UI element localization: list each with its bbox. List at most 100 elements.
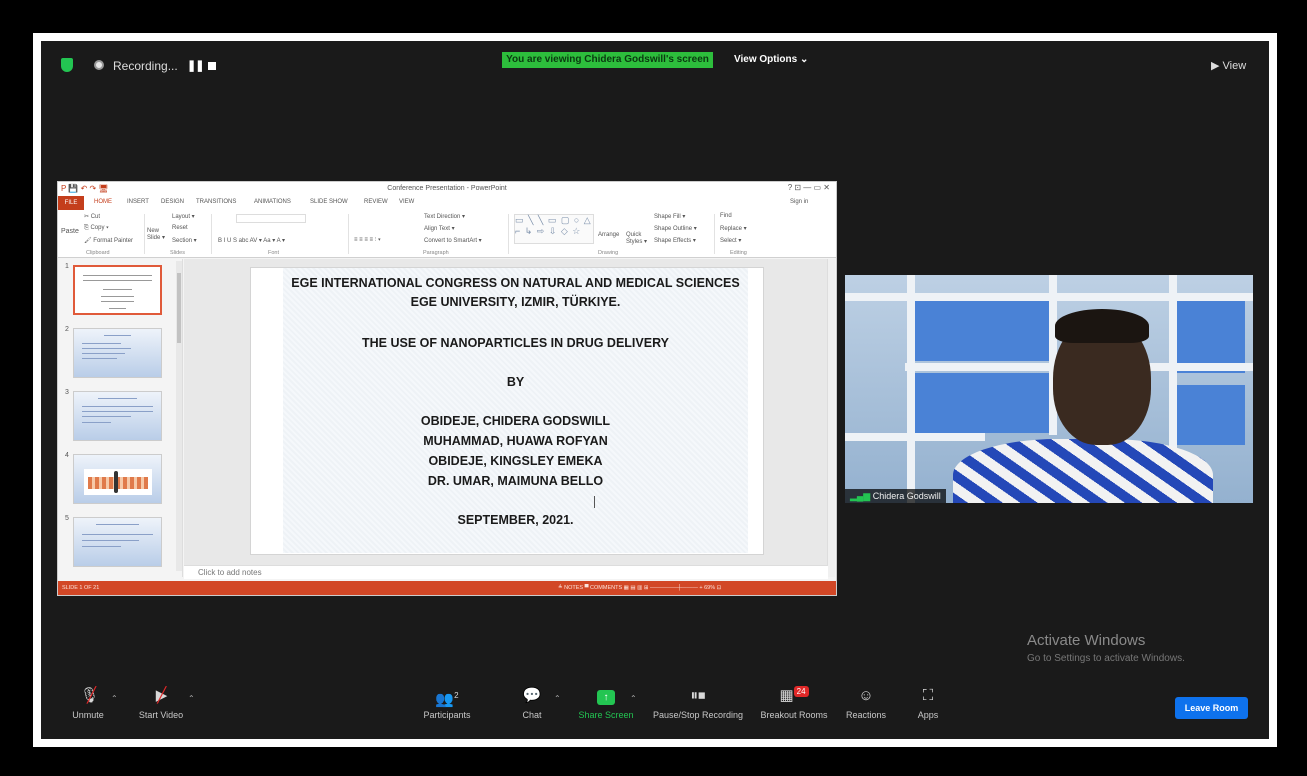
slide-thumbnail-1[interactable] (73, 265, 162, 315)
text-direction-button[interactable]: Text Direction ▾ (424, 213, 465, 220)
participants-count: 2 (454, 691, 459, 700)
microphone-muted-icon: 🎙╱ (79, 687, 99, 704)
convert-smartart-button[interactable]: Convert to SmartArt ▾ (424, 237, 482, 244)
copy-button[interactable]: ⎘ Copy ▾ (84, 225, 109, 232)
shape-effects-button[interactable]: Shape Effects ▾ (654, 237, 696, 244)
start-video-button[interactable]: ▶╱ Start Video (133, 686, 189, 738)
find-button[interactable]: Find (720, 213, 732, 219)
participants-button[interactable]: 👥2 Participants (417, 686, 477, 738)
ppt-status-bar: SLIDE 1 OF 21 ≜ NOTES ▀ COMMENTS ▦ ▤ ▥ ⊞… (58, 581, 836, 595)
chat-options-caret[interactable]: ⌃ (554, 694, 561, 703)
video-background (907, 275, 915, 503)
layout-button[interactable]: Layout ▾ (172, 213, 195, 220)
slide-author-2: MUHAMMAD, HUAWA ROFYAN (423, 434, 608, 448)
ribbon-separator (348, 214, 349, 254)
view-button[interactable]: ▶ View (1211, 59, 1246, 72)
viewing-screen-banner: You are viewing Chidera Godswill's scree… (502, 52, 713, 68)
shape-outline-button[interactable]: Shape Outline ▾ (654, 225, 697, 232)
format-painter-button[interactable]: 🖌 Format Painter (84, 237, 133, 244)
ribbon-separator (508, 214, 509, 254)
apps-label: Apps (917, 710, 939, 720)
slide-vertical-scrollbar[interactable] (827, 259, 835, 577)
reactions-button[interactable]: ☺ Reactions (841, 686, 891, 738)
recording-label: Recording... (113, 59, 178, 73)
group-label-clipboard: Clipboard (86, 250, 110, 256)
window-controls[interactable]: ? ⊡ — ▭ ✕ (788, 183, 830, 192)
shape-fill-button[interactable]: Shape Fill ▾ (654, 213, 685, 220)
audio-options-caret[interactable]: ⌃ (111, 694, 118, 703)
group-label-drawing: Drawing (598, 250, 619, 256)
thumb-number: 2 (65, 326, 69, 333)
breakout-rooms-button[interactable]: ▦ 24 Breakout Rooms (756, 686, 832, 738)
tab-review[interactable]: REVIEW (364, 199, 388, 205)
font-format-row[interactable]: B I U S abc AV ▾ Aa ▾ A ▾ (218, 237, 285, 244)
reactions-icon: ☺ (858, 687, 874, 704)
group-label-editing: Editing (730, 250, 747, 256)
tab-transitions[interactable]: TRANSITIONS (196, 199, 236, 205)
pause-stop-label: Pause/Stop Recording (652, 710, 744, 720)
slide-topic-line: THE USE OF NANOPARTICLES IN DRUG DELIVER… (362, 336, 669, 350)
reset-button[interactable]: Reset (172, 225, 188, 231)
tab-insert[interactable]: INSERT (127, 199, 149, 205)
participant-hair (1055, 309, 1149, 343)
view-options-dropdown[interactable]: View Options ⌄ (734, 54, 808, 65)
participant-video[interactable]: ▂▄▆ Chidera Godswill (845, 275, 1253, 503)
chat-button[interactable]: 💬 Chat (513, 686, 551, 738)
new-slide-button[interactable]: New Slide ▾ (147, 228, 169, 241)
tab-file[interactable]: FILE (58, 196, 84, 210)
breakout-rooms-label: Breakout Rooms (760, 710, 828, 720)
cut-button[interactable]: ✂ Cut (84, 213, 100, 220)
status-bar-controls[interactable]: ≜ NOTES ▀ COMMENTS ▦ ▤ ▥ ⊞ —————┼——— + 6… (558, 581, 721, 595)
section-button[interactable]: Section ▾ (172, 237, 197, 244)
replace-button[interactable]: Replace ▾ (720, 225, 747, 232)
slide-thumbnail-2[interactable] (73, 328, 162, 378)
chat-label: Chat (522, 710, 542, 720)
participants-icon: 👥2 (435, 691, 459, 708)
apps-icon: ⛶ (922, 687, 934, 704)
share-options-caret[interactable]: ⌃ (630, 694, 637, 703)
select-button[interactable]: Select ▾ (720, 237, 741, 244)
slide-editing-area: EGE INTERNATIONAL CONGRESS ON NATURAL AN… (184, 259, 828, 577)
slide-background: EGE INTERNATIONAL CONGRESS ON NATURAL AN… (283, 268, 748, 553)
align-text-button[interactable]: Align Text ▾ (424, 225, 455, 232)
font-name-box[interactable] (236, 214, 306, 223)
pause-stop-recording-button[interactable]: ⏸⏹ Pause/Stop Recording (649, 686, 747, 738)
activate-windows-subtitle: Go to Settings to activate Windows. (1027, 653, 1185, 664)
share-screen-button[interactable]: ↑ Share Screen (575, 686, 637, 738)
ppt-window-title: Conference Presentation - PowerPoint (58, 182, 836, 196)
mouse-cursor-icon (594, 496, 602, 508)
arrange-button[interactable]: Arrange (598, 232, 619, 238)
quick-access-toolbar[interactable]: P 💾 ↶ ↷ 🖥 (61, 184, 109, 193)
tab-animations[interactable]: ANIMATIONS (254, 199, 291, 205)
tab-home[interactable]: HOME (94, 199, 112, 205)
tab-slide-show[interactable]: SLIDE SHOW (310, 199, 348, 205)
thumb-number: 4 (65, 452, 69, 459)
slide-thumbnail-4[interactable] (73, 454, 162, 504)
apps-button[interactable]: ⛶ Apps (909, 686, 947, 738)
thumbnail-scrollbar[interactable] (176, 261, 182, 571)
shapes-gallery[interactable]: ▭ ╲ ╲ ▭ ▢ ○ △ ⌐ ↳ ⇨ ⇩ ◇ ☆ (514, 214, 594, 244)
stop-recording-icon[interactable] (208, 62, 216, 70)
slide-thumbnail-5[interactable] (73, 517, 162, 567)
video-background (915, 373, 1055, 433)
security-shield-icon[interactable] (61, 58, 73, 72)
pause-recording-icon[interactable]: ❚❚ (187, 59, 204, 72)
group-label-font: Font (268, 250, 280, 256)
paste-button[interactable]: Paste (61, 228, 79, 235)
participant-name: Chidera Godswill (872, 491, 941, 501)
zoom-meeting-window: Recording... ❚❚ You are viewing Chidera … (41, 41, 1269, 739)
current-slide[interactable]: EGE INTERNATIONAL CONGRESS ON NATURAL AN… (250, 267, 764, 555)
notes-placeholder[interactable]: Click to add notes (184, 565, 828, 579)
group-label-paragraph: Paragraph (423, 250, 449, 256)
video-options-caret[interactable]: ⌃ (188, 694, 195, 703)
sign-in-link[interactable]: Sign in (790, 199, 808, 205)
unmute-button[interactable]: 🎙╱ Unmute (65, 686, 111, 738)
ribbon-separator (144, 214, 145, 254)
leave-room-button[interactable]: Leave Room (1175, 697, 1248, 719)
participant-shirt (953, 439, 1213, 503)
paragraph-row[interactable]: ≡ ≡ ≡ ≡ ⫶ ▾ (354, 237, 381, 244)
slide-thumbnail-3[interactable] (73, 391, 162, 441)
tab-design[interactable]: DESIGN (161, 199, 184, 205)
tab-view[interactable]: VIEW (399, 199, 414, 205)
quick-styles-button[interactable]: Quick Styles ▾ (626, 232, 648, 245)
